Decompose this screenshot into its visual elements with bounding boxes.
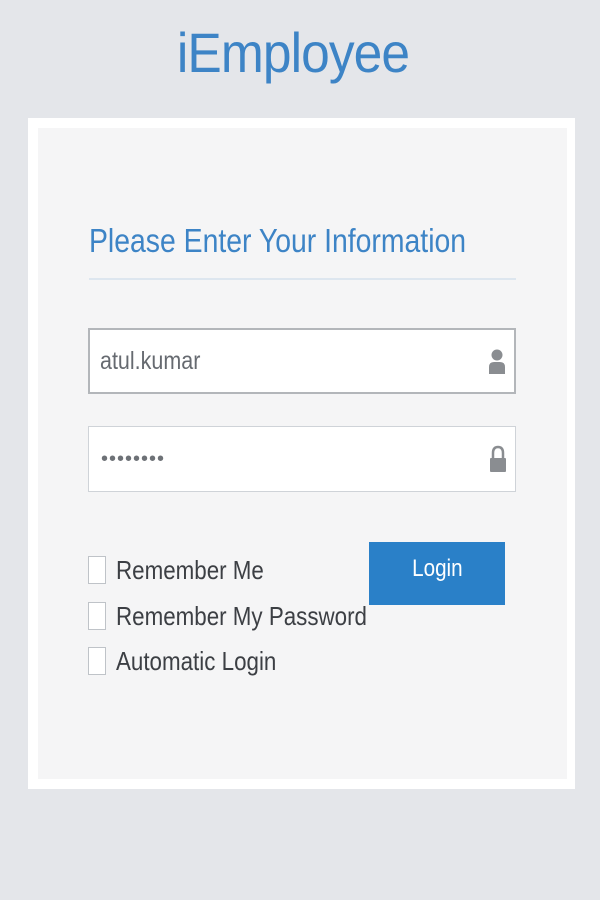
- password-value: ••••••••: [101, 447, 166, 470]
- heading-divider: [89, 278, 516, 280]
- login-card: Please Enter Your Information atul.kumar…: [28, 118, 575, 789]
- remember-password-option[interactable]: Remember My Password: [88, 599, 367, 633]
- app-title: iEmployee: [176, 21, 410, 84]
- remember-me-checkbox[interactable]: [88, 556, 106, 584]
- remember-me-option[interactable]: Remember Me: [88, 553, 358, 587]
- automatic-login-checkbox[interactable]: [88, 647, 106, 675]
- automatic-login-label[interactable]: Automatic Login: [116, 644, 276, 678]
- login-button[interactable]: Login: [369, 542, 505, 605]
- remember-me-label[interactable]: Remember Me: [116, 553, 264, 587]
- remember-password-label[interactable]: Remember My Password: [116, 599, 367, 633]
- login-button-label: Login: [411, 554, 463, 582]
- automatic-login-option[interactable]: Automatic Login: [88, 644, 358, 678]
- username-value: atul.kumar: [100, 346, 201, 375]
- remember-password-checkbox[interactable]: [88, 602, 106, 630]
- lock-icon: [490, 445, 506, 472]
- login-panel: Please Enter Your Information atul.kumar…: [38, 128, 567, 779]
- form-heading: Please Enter Your Information: [89, 222, 467, 259]
- user-icon: [489, 349, 505, 374]
- password-input[interactable]: ••••••••: [88, 426, 516, 492]
- username-input[interactable]: atul.kumar: [88, 328, 516, 394]
